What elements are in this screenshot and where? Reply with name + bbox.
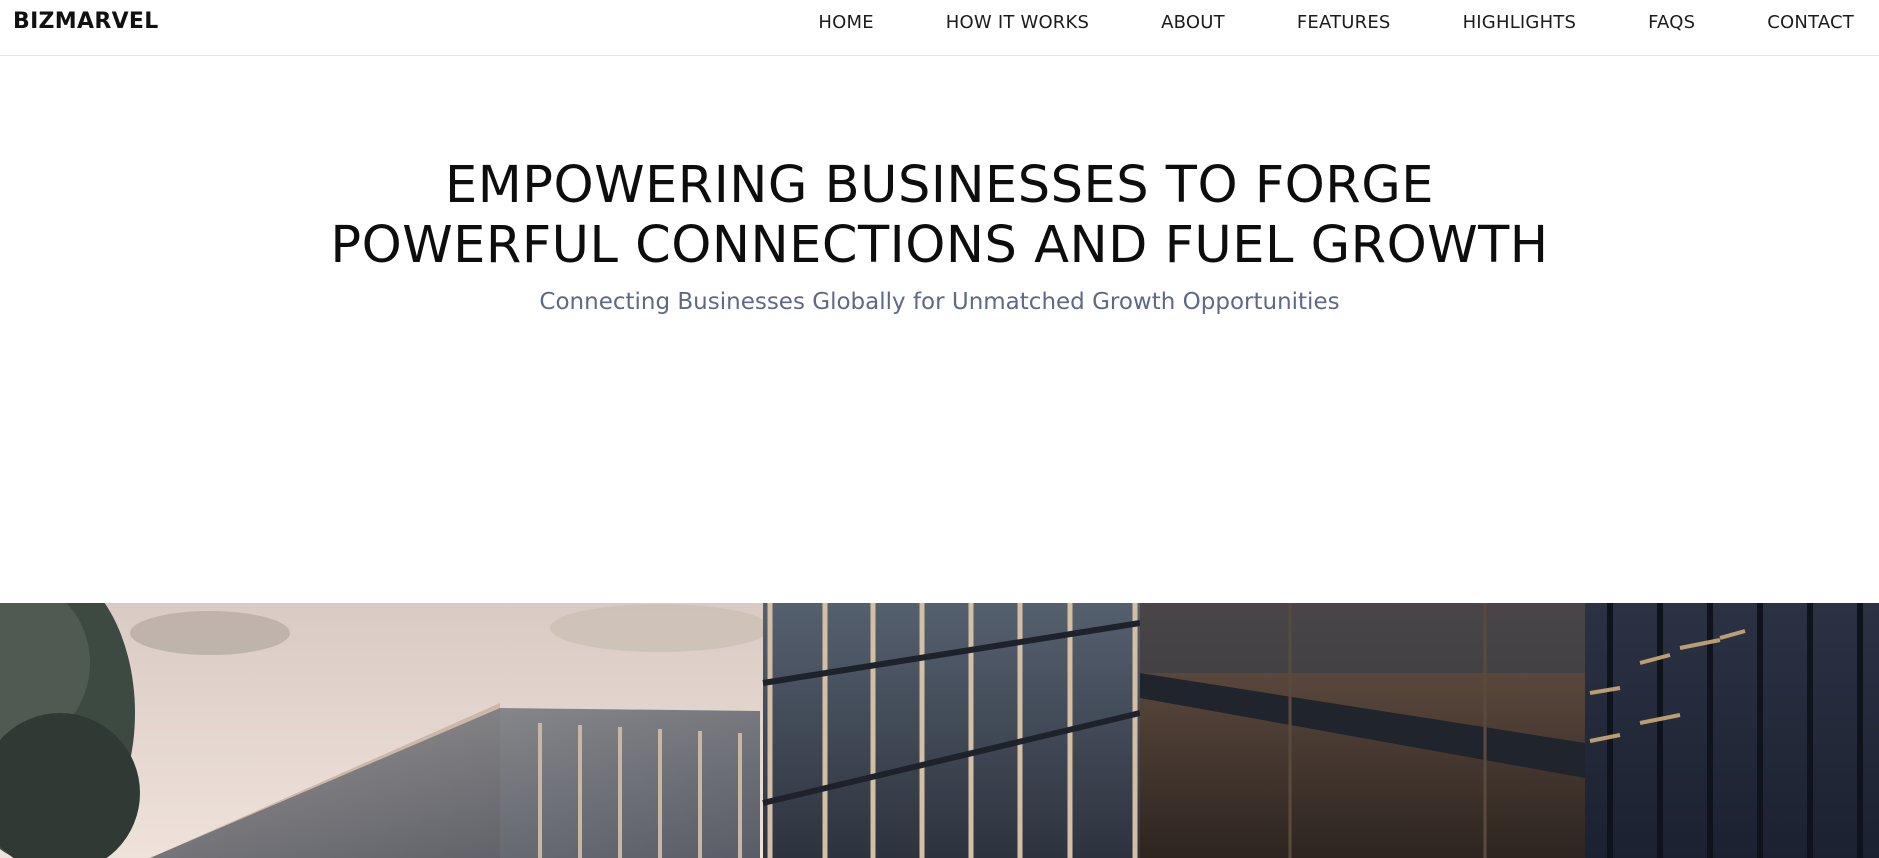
top-navbar: BIZMARVEL HOME HOW IT WORKS ABOUT FEATUR…: [0, 0, 1879, 56]
nav-link-highlights[interactable]: HIGHLIGHTS: [1463, 12, 1577, 33]
nav-link-how-it-works[interactable]: HOW IT WORKS: [946, 12, 1089, 33]
main-nav: HOME HOW IT WORKS ABOUT FEATURES HIGHLIG…: [818, 0, 1854, 44]
hero-title-line-1: EMPOWERING BUSINESSES TO FORGE: [445, 156, 1434, 215]
hero-title-line-2: POWERFUL CONNECTIONS AND FUEL GROWTH: [330, 216, 1549, 275]
hero-title: EMPOWERING BUSINESSES TO FORGE POWERFUL …: [0, 156, 1879, 276]
hero-subtitle: Connecting Businesses Globally for Unmat…: [539, 289, 1340, 315]
hero-section: EMPOWERING BUSINESSES TO FORGE POWERFUL …: [0, 56, 1879, 603]
nav-link-features[interactable]: FEATURES: [1297, 12, 1391, 33]
nav-link-home[interactable]: HOME: [818, 12, 873, 33]
nav-link-contact[interactable]: CONTACT: [1767, 12, 1854, 33]
nav-link-about[interactable]: ABOUT: [1161, 12, 1225, 33]
brand-logo[interactable]: BIZMARVEL: [13, 8, 159, 36]
hero-building-image: [0, 603, 1879, 858]
nav-link-faqs[interactable]: FAQS: [1648, 12, 1695, 33]
